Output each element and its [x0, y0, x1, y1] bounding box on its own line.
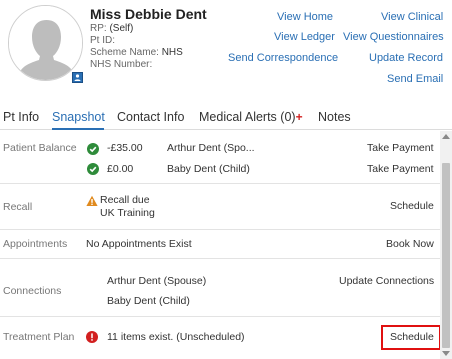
appointments-status: No Appointments Exist: [86, 238, 192, 250]
patient-balance-row: Patient Balance -£35.00 Arthur Dent (Spo…: [0, 131, 440, 184]
scheme-line: Scheme Name: NHS: [90, 47, 183, 58]
rp-label: RP:: [90, 23, 107, 34]
avatar[interactable]: [8, 5, 83, 81]
scheme-value: NHS: [161, 47, 183, 58]
check-circle-icon: [87, 143, 99, 155]
patient-balance-label: Patient Balance: [3, 142, 77, 154]
recall-status: Recall due: [100, 194, 150, 206]
tab-pt-info[interactable]: Pt Info: [3, 110, 39, 124]
exclamation-circle-icon: [86, 331, 98, 343]
nhs-number-label: NHS Number:: [90, 59, 153, 70]
tab-bar: Pt Info Snapshot Contact Info Medical Al…: [0, 106, 452, 130]
take-payment-link[interactable]: Take Payment: [367, 163, 434, 175]
snapshot-panel: Patient Balance -£35.00 Arthur Dent (Spo…: [0, 131, 440, 359]
recall-detail: UK Training: [100, 207, 155, 219]
rp-value: (Self): [109, 23, 134, 34]
update-connections-link[interactable]: Update Connections: [339, 275, 434, 287]
appointments-label: Appointments: [3, 238, 68, 250]
recall-label: Recall: [3, 201, 33, 213]
update-record-link[interactable]: Update Record: [369, 52, 443, 64]
send-correspondence-link[interactable]: Send Correspondence: [228, 52, 338, 64]
active-tab-indicator: [52, 128, 104, 130]
patient-name: Miss Debbie Dent: [90, 6, 207, 22]
view-questionnaires-link[interactable]: View Questionnaires: [343, 31, 444, 43]
scroll-down-arrow-icon[interactable]: [442, 351, 450, 356]
pt-id-label: Pt ID:: [90, 35, 116, 46]
tab-medical-alerts[interactable]: Medical Alerts (0)+: [199, 110, 303, 124]
id-card-icon[interactable]: [72, 72, 83, 83]
schedule-highlight-box: [381, 325, 441, 350]
take-payment-link[interactable]: Take Payment: [367, 142, 434, 154]
connections-label: Connections: [3, 285, 62, 297]
connection-link[interactable]: Arthur Dent (Spouse): [107, 275, 206, 287]
tab-snapshot[interactable]: Snapshot: [52, 110, 105, 124]
view-clinical-link[interactable]: View Clinical: [381, 11, 443, 23]
rp-line: RP: (Self): [90, 23, 133, 34]
treatment-plan-row: Treatment Plan 11 items exist. (Unschedu…: [0, 318, 440, 358]
send-email-link[interactable]: Send Email: [387, 73, 443, 85]
recall-row: Recall Recall due UK Training Schedule: [0, 185, 440, 230]
treatment-plan-label: Treatment Plan: [3, 331, 75, 343]
book-now-link[interactable]: Book Now: [386, 238, 434, 250]
scroll-thumb[interactable]: [442, 163, 450, 348]
warning-triangle-icon: [86, 195, 98, 206]
patient-header: Miss Debbie Dent RP: (Self) Pt ID: Schem…: [0, 0, 452, 100]
connections-row: Connections Arthur Dent (Spouse) Baby De…: [0, 260, 440, 317]
tab-medical-alerts-label: Medical Alerts (0): [199, 110, 296, 124]
nhs-number-line: NHS Number:: [90, 59, 152, 70]
scheme-label: Scheme Name:: [90, 47, 159, 58]
balance-account-link[interactable]: Baby Dent (Child): [167, 163, 250, 175]
scroll-up-arrow-icon[interactable]: [442, 134, 450, 139]
vertical-scrollbar[interactable]: [440, 131, 452, 359]
balance-amount: -£35.00: [107, 142, 143, 154]
view-ledger-link[interactable]: View Ledger: [274, 31, 335, 43]
appointments-row: Appointments No Appointments Exist Book …: [0, 231, 440, 259]
pt-id-line: Pt ID:: [90, 35, 115, 46]
view-home-link[interactable]: View Home: [277, 11, 333, 23]
tab-notes[interactable]: Notes: [318, 110, 351, 124]
tab-contact-info[interactable]: Contact Info: [117, 110, 184, 124]
balance-amount: £0.00: [107, 163, 134, 175]
red-cross-icon: +: [295, 110, 303, 124]
check-circle-icon: [87, 163, 99, 175]
treatment-plan-items-link[interactable]: 11 items exist. (Unscheduled): [107, 331, 245, 343]
recall-schedule-link[interactable]: Schedule: [390, 200, 434, 212]
connection-link[interactable]: Baby Dent (Child): [107, 295, 190, 307]
person-silhouette-icon: [9, 6, 82, 80]
balance-account-link[interactable]: Arthur Dent (Spo...: [167, 142, 255, 154]
